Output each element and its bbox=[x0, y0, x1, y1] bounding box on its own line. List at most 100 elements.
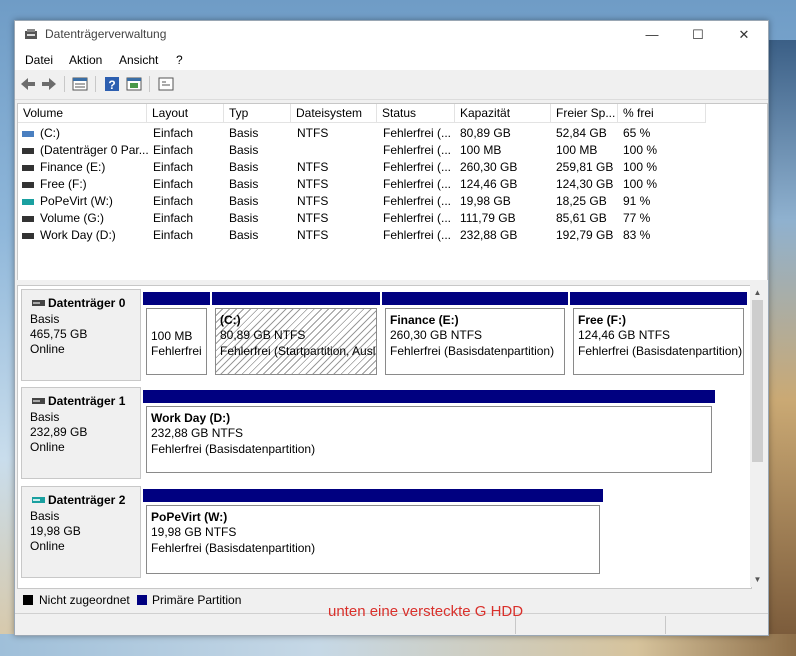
partition-body: Free (F:) 124,46 GB NTFS Fehlerfrei (Bas… bbox=[573, 308, 744, 375]
partition-free-f[interactable]: Free (F:) 124,46 GB NTFS Fehlerfrei (Bas… bbox=[570, 292, 747, 378]
disk-0-size: 465,75 GB bbox=[30, 327, 88, 341]
column-header-kapazitaet[interactable]: Kapazität bbox=[455, 104, 551, 123]
partition-size: 80,89 GB NTFS bbox=[220, 328, 306, 342]
menu-help[interactable]: ? bbox=[176, 53, 183, 67]
table-cell: 192,79 GB bbox=[556, 228, 614, 242]
table-cell[interactable]: Work Day (D:) bbox=[40, 227, 116, 244]
table-cell: 77 % bbox=[623, 211, 651, 225]
table-cell: Basis bbox=[229, 177, 259, 191]
partition-finance-e[interactable]: Finance (E:) 260,30 GB NTFS Fehlerfrei (… bbox=[382, 292, 568, 378]
console-icon[interactable] bbox=[157, 75, 175, 93]
maximize-button[interactable]: ☐ bbox=[675, 21, 721, 48]
table-cell[interactable]: Finance (E:) bbox=[40, 159, 105, 176]
table-cell[interactable]: PoPeVirt (W:) bbox=[40, 193, 113, 210]
partition-status: Fehlerfrei bbox=[151, 344, 202, 358]
disk-management-window: Datenträgerverwaltung — ☐ ✕ Datei Aktion… bbox=[14, 20, 769, 636]
menu-datei[interactable]: Datei bbox=[25, 53, 53, 67]
partition-popevirt-w[interactable]: PoPeVirt (W:) 19,98 GB NTFS Fehlerfrei (… bbox=[143, 489, 603, 577]
table-cell: 52,84 GB bbox=[556, 126, 607, 140]
annotation-text: unten eine versteckte G HDD bbox=[328, 603, 524, 620]
scroll-down-arrow-icon[interactable]: ▼ bbox=[750, 572, 765, 587]
close-button[interactable]: ✕ bbox=[721, 21, 767, 48]
table-cell: Fehlerfrei (... bbox=[383, 160, 452, 174]
partition-status: Fehlerfrei (Startpartition, Ausl bbox=[220, 344, 376, 358]
help-icon[interactable]: ? bbox=[103, 75, 121, 93]
disk-1-label[interactable]: Datenträger 1 Basis 232,89 GB Online bbox=[21, 387, 141, 479]
back-arrow-icon[interactable] bbox=[19, 75, 37, 93]
column-header-status[interactable]: Status bbox=[377, 104, 455, 123]
disk-list-icon[interactable] bbox=[71, 75, 89, 93]
properties-icon[interactable] bbox=[125, 75, 143, 93]
table-cell: Fehlerfrei (... bbox=[383, 194, 452, 208]
table-cell: 124,30 GB bbox=[556, 177, 614, 191]
disk-1-size: 232,89 GB bbox=[30, 425, 88, 439]
volume-icon bbox=[22, 131, 34, 137]
disk-2-size: 19,98 GB bbox=[30, 524, 81, 538]
table-cell: NTFS bbox=[297, 160, 329, 174]
table-cell: Basis bbox=[229, 228, 259, 242]
volume-icon bbox=[22, 199, 34, 205]
legend-primary: Primäre Partition bbox=[152, 593, 242, 607]
table-cell[interactable]: (Datenträger 0 Par... bbox=[40, 142, 149, 159]
partition-body: PoPeVirt (W:) 19,98 GB NTFS Fehlerfrei (… bbox=[146, 505, 600, 574]
toolbar-separator bbox=[64, 76, 65, 92]
menu-aktion[interactable]: Aktion bbox=[69, 53, 102, 67]
primary-partition-bar bbox=[382, 292, 568, 305]
volume-icon bbox=[22, 182, 34, 188]
disk-graphical-view: Datenträger 0 Basis 465,75 GB Online 100… bbox=[17, 285, 752, 589]
minimize-button[interactable]: — bbox=[629, 21, 675, 48]
column-header-prozent-frei[interactable]: % frei bbox=[618, 104, 706, 123]
disk-2-label[interactable]: Datenträger 2 Basis 19,98 GB Online bbox=[21, 486, 141, 578]
column-header-typ[interactable]: Typ bbox=[224, 104, 291, 123]
scroll-up-arrow-icon[interactable]: ▲ bbox=[750, 285, 765, 300]
table-cell: Einfach bbox=[153, 211, 194, 225]
table-cell: 18,25 GB bbox=[556, 194, 607, 208]
disk-pane-scrollbar[interactable]: ▲ ▼ bbox=[750, 285, 765, 587]
toolbar: ? bbox=[15, 70, 768, 100]
table-cell: Einfach bbox=[153, 228, 194, 242]
legend-unallocated: Nicht zugeordnet bbox=[39, 593, 130, 607]
disk-2-name: Datenträger 2 bbox=[48, 493, 126, 507]
table-cell[interactable]: Free (F:) bbox=[40, 176, 87, 193]
window-title: Datenträgerverwaltung bbox=[45, 27, 167, 41]
disk-0-type: Basis bbox=[30, 312, 60, 326]
column-header-layout[interactable]: Layout bbox=[147, 104, 224, 123]
column-header-freier-speicher[interactable]: Freier Sp... bbox=[551, 104, 618, 123]
partition-status: Fehlerfrei (Basisdatenpartition) bbox=[151, 442, 316, 456]
disk-management-app-icon bbox=[25, 29, 37, 39]
table-cell: Einfach bbox=[153, 194, 194, 208]
forward-arrow-icon[interactable] bbox=[40, 75, 58, 93]
volume-icon bbox=[22, 233, 34, 239]
partition-system-reserved[interactable]: 100 MB Fehlerfrei bbox=[143, 292, 210, 378]
column-header-volume[interactable]: Volume bbox=[18, 104, 147, 123]
table-cell: 124,46 GB bbox=[460, 177, 518, 191]
partition-work-day-d[interactable]: Work Day (D:) 232,88 GB NTFS Fehlerfrei … bbox=[143, 390, 715, 476]
partition-body: Work Day (D:) 232,88 GB NTFS Fehlerfrei … bbox=[146, 406, 712, 473]
partition-name: (C:) bbox=[220, 313, 241, 327]
table-cell: 19,98 GB bbox=[460, 194, 511, 208]
table-cell: Basis bbox=[229, 160, 259, 174]
partition-name: Free (F:) bbox=[578, 313, 626, 327]
table-cell[interactable]: Volume (G:) bbox=[40, 210, 104, 227]
disk-1-state: Online bbox=[30, 440, 65, 454]
scrollbar-thumb[interactable] bbox=[752, 300, 763, 462]
table-cell: NTFS bbox=[297, 228, 329, 242]
table-cell: Einfach bbox=[153, 143, 194, 157]
menu-ansicht[interactable]: Ansicht bbox=[119, 53, 158, 67]
table-cell: 259,81 GB bbox=[556, 160, 614, 174]
table-cell: 65 % bbox=[623, 126, 651, 140]
table-cell: 100 MB bbox=[556, 143, 598, 157]
svg-text:?: ? bbox=[108, 78, 115, 92]
disk-icon bbox=[32, 398, 45, 404]
table-cell[interactable]: (C:) bbox=[40, 125, 60, 142]
disk-0-label[interactable]: Datenträger 0 Basis 465,75 GB Online bbox=[21, 289, 141, 381]
disk-2-state: Online bbox=[30, 539, 65, 553]
primary-partition-bar bbox=[143, 292, 210, 305]
partition-size: 232,88 GB NTFS bbox=[151, 426, 244, 440]
partition-c[interactable]: (C:) 80,89 GB NTFS Fehlerfrei (Startpart… bbox=[212, 292, 380, 378]
column-header-dateisystem[interactable]: Dateisystem bbox=[291, 104, 377, 123]
disk-icon bbox=[32, 497, 45, 503]
primary-partition-swatch bbox=[137, 595, 147, 605]
partition-name: PoPeVirt (W:) bbox=[151, 510, 228, 524]
partition-name: Finance (E:) bbox=[390, 313, 459, 327]
